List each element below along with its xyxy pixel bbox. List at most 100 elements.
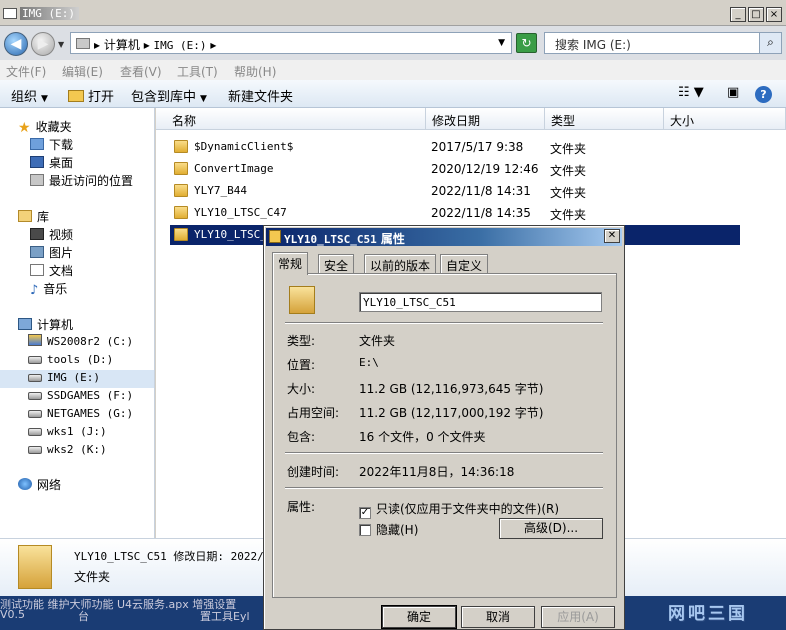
dialog-titlebar: YLY10_LTSC_C51 属性 ✕ (266, 228, 622, 246)
computer-icon (18, 318, 32, 330)
breadcrumb-computer[interactable]: 计算机 (104, 38, 140, 52)
include-in-library-button[interactable]: 包含到库中 ▼ (131, 86, 207, 105)
table-row[interactable]: $DynamicClient$ 2017/5/17 9:38 文件夹 (170, 137, 740, 157)
disk-size-label: 占用空间: (287, 406, 340, 420)
ok-button[interactable]: 确定 (381, 605, 457, 629)
address-bar[interactable]: ▸ 计算机 ▸ IMG (E:) ▸ ▼ (70, 32, 512, 54)
organize-button[interactable]: 组织 ▼ (11, 86, 48, 105)
preview-pane-icon[interactable]: ▣ (727, 85, 739, 100)
nav-drive-g[interactable]: NETGAMES (G:) (28, 406, 133, 424)
table-row[interactable]: ConvertImage 2020/12/19 12:46 文件夹 (170, 159, 740, 179)
nav-drive-d[interactable]: tools (D:) (28, 352, 113, 370)
table-row[interactable]: YLY10_LTSC_C47 2022/11/8 14:35 文件夹 (170, 203, 740, 223)
nav-videos[interactable]: 视频 (30, 226, 73, 244)
nav-downloads[interactable]: 下载 (30, 136, 73, 154)
type-label: 类型: (287, 334, 316, 348)
file-date: 2020/12/19 12:46 (431, 162, 539, 176)
system-drive-icon (28, 334, 42, 346)
menu-edit[interactable]: 编辑(E) (62, 63, 103, 80)
hidden-checkbox[interactable]: 隐藏(H) (359, 521, 418, 538)
contains-value: 16 个文件，0 个文件夹 (359, 430, 486, 444)
size-label: 大小: (287, 382, 316, 396)
column-header-date[interactable]: 修改日期 (426, 108, 545, 130)
tab-customize[interactable]: 自定义 (440, 254, 489, 274)
drive-icon (28, 356, 42, 364)
location-label: 位置: (287, 358, 316, 372)
folder-icon (174, 140, 188, 153)
nav-favorites[interactable]: ★ 收藏夹 (18, 118, 72, 136)
nav-drive-f[interactable]: SSDGAMES (F:) (28, 388, 133, 406)
search-icon[interactable]: ⌕ (759, 33, 781, 53)
general-tab-panel: YLY10_LTSC_C51 类型: 文件夹 位置: E:\ 大小: 11.2 … (272, 273, 617, 598)
details-name: YLY10_LTSC_C51 修改日期: 2022/ (74, 550, 264, 563)
readonly-checkbox[interactable]: ✓ 只读(仅应用于文件夹中的文件)(R) (359, 500, 559, 519)
tab-security[interactable]: 安全 (318, 254, 355, 274)
address-row: ◀ ▶ ▼ ▸ 计算机 ▸ IMG (E:) ▸ ▼ ↻ 搜索 IMG (E:)… (0, 26, 786, 60)
menu-help[interactable]: 帮助(H) (234, 63, 276, 80)
documents-icon (30, 264, 44, 276)
nav-music[interactable]: ♪ 音乐 (30, 280, 67, 298)
videos-icon (30, 228, 44, 240)
folder-name-field[interactable]: YLY10_LTSC_C51 (359, 292, 602, 312)
file-type: 文件夹 (550, 164, 587, 178)
drive-icon (28, 374, 42, 382)
back-button[interactable]: ◀ (4, 32, 28, 56)
folder-icon (289, 286, 315, 314)
nav-pictures[interactable]: 图片 (30, 244, 73, 262)
breadcrumb-separator: ▸ (143, 38, 154, 52)
nav-documents[interactable]: 文档 (30, 262, 73, 280)
checkbox-icon (359, 524, 371, 536)
help-icon[interactable]: ? (755, 86, 772, 103)
close-icon[interactable]: ✕ (604, 229, 620, 243)
table-row[interactable]: YLY7_B44 2022/11/8 14:31 文件夹 (170, 181, 740, 201)
nav-drive-j[interactable]: wks1 (J:) (28, 424, 107, 442)
taskbar-text: 台 (78, 610, 89, 623)
created-label: 创建时间: (287, 465, 340, 479)
breadcrumb-drive[interactable]: IMG (E:) (154, 39, 207, 52)
menu-tools[interactable]: 工具(T) (177, 63, 218, 80)
nav-libraries[interactable]: 库 (18, 208, 49, 226)
forward-button[interactable]: ▶ (31, 32, 55, 56)
new-folder-button[interactable]: 新建文件夹 (228, 86, 293, 105)
nav-drive-k[interactable]: wks2 (K:) (28, 442, 107, 460)
nav-drive-c[interactable]: WS2008r2 (C:) (28, 334, 133, 352)
type-value: 文件夹 (359, 334, 396, 348)
advanced-button[interactable]: 高级(D)... (499, 518, 603, 539)
nav-desktop[interactable]: 桌面 (30, 154, 73, 172)
menu-file[interactable]: 文件(F) (6, 63, 46, 80)
file-date: 2017/5/17 9:38 (431, 140, 524, 154)
refresh-button[interactable]: ↻ (516, 33, 537, 53)
created-value: 2022年11月8日，14:36:18 (359, 465, 515, 479)
drive-icon (28, 428, 42, 436)
folder-icon (174, 162, 188, 175)
network-icon (18, 478, 32, 490)
maximize-button[interactable]: □ (748, 7, 764, 22)
address-dropdown-icon[interactable]: ▼ (498, 38, 505, 48)
folder-icon (269, 230, 281, 243)
nav-computer[interactable]: 计算机 (18, 316, 73, 334)
recent-pages-dropdown[interactable]: ▼ (58, 40, 64, 49)
minimize-button[interactable]: _ (730, 7, 746, 22)
column-header-type[interactable]: 类型 (545, 108, 664, 130)
tab-previous-versions[interactable]: 以前的版本 (364, 254, 437, 274)
file-type: 文件夹 (550, 208, 587, 222)
nav-network[interactable]: 网络 (18, 476, 61, 494)
search-input[interactable]: 搜索 IMG (E:) ⌕ (544, 32, 782, 54)
file-name: ConvertImage (194, 162, 274, 175)
close-button[interactable]: × (766, 7, 782, 22)
apply-button[interactable]: 应用(A) (541, 606, 615, 628)
taskbar-text: 置工具Eyl (200, 610, 250, 623)
nav-recent[interactable]: 最近访问的位置 (30, 172, 133, 190)
open-button[interactable]: 打开 (68, 86, 114, 105)
nav-drive-e[interactable]: IMG (E:) (0, 370, 154, 388)
divider (285, 452, 603, 454)
view-options-icon[interactable]: ☷ ▼ (678, 85, 704, 100)
column-header-name[interactable]: 名称 (156, 108, 426, 130)
search-placeholder: 搜索 IMG (E:) (555, 38, 631, 52)
menu-view[interactable]: 查看(V) (120, 63, 162, 80)
properties-dialog: YLY10_LTSC_C51 属性 ✕ 常规 安全 以前的版本 自定义 YLY1… (263, 225, 625, 630)
tab-general[interactable]: 常规 (272, 252, 309, 275)
column-header-size[interactable]: 大小 (664, 108, 786, 130)
cancel-button[interactable]: 取消 (461, 606, 535, 628)
drive-icon (28, 410, 42, 418)
